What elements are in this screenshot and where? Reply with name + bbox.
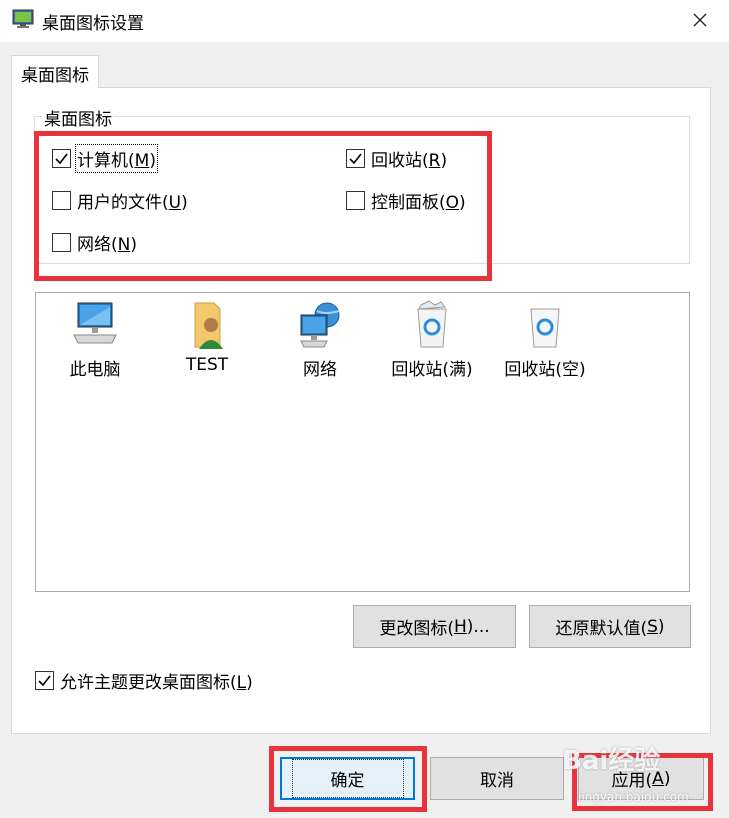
checkbox-box[interactable] <box>346 149 365 168</box>
checkbox-label: 网络(N) <box>77 235 137 255</box>
close-icon <box>693 13 707 27</box>
icon-item-recycle-full[interactable]: 回收站(满) <box>377 299 487 380</box>
computer-icon <box>73 302 117 344</box>
checkbox-box[interactable] <box>52 149 71 168</box>
checkmark-icon <box>55 153 68 165</box>
icon-label: 回收站(空) <box>504 360 586 380</box>
change-icon-button[interactable]: 更改图标(H)... <box>353 605 516 648</box>
checkbox-user-files[interactable]: 用户的文件(U) <box>52 188 188 213</box>
checkbox-label: 控制面板(O) <box>371 193 466 213</box>
apply-button[interactable]: 应用(A) <box>578 757 704 800</box>
checkbox-box[interactable] <box>346 191 365 210</box>
checkmark-icon <box>38 675 51 687</box>
checkbox-box[interactable] <box>52 233 71 252</box>
recycle-bin-empty-icon <box>530 308 560 348</box>
tab-desktop-icons[interactable]: 桌面图标 <box>11 55 99 88</box>
network-icon <box>300 302 340 348</box>
recycle-bin-full-icon <box>417 300 447 348</box>
icon-label: 回收站(满) <box>391 360 473 380</box>
icon-item-user-folder[interactable]: TEST <box>152 299 262 375</box>
restore-default-button[interactable]: 还原默认值(S) <box>529 605 691 648</box>
user-folder-icon <box>194 302 223 349</box>
icon-item-computer[interactable]: 此电脑 <box>40 299 150 380</box>
title-bar: 桌面图标设置 <box>0 0 729 42</box>
icon-item-recycle-empty[interactable]: 回收站(空) <box>490 299 600 380</box>
checkbox-label: 用户的文件(U) <box>77 193 188 213</box>
checkbox-label: 计算机(M) <box>75 144 158 173</box>
checkbox-box[interactable] <box>52 191 71 210</box>
checkbox-allow-themes[interactable]: 允许主题更改桌面图标(L) <box>35 668 253 693</box>
cancel-button-label: 取消 <box>480 771 514 791</box>
cancel-button[interactable]: 取消 <box>430 757 564 800</box>
checkbox-control-panel[interactable]: 控制面板(O) <box>346 188 466 213</box>
checkbox-label: 回收站(R) <box>371 151 448 171</box>
group-label: 桌面图标 <box>42 105 114 130</box>
icon-list[interactable]: 此电脑 TEST 网络 回收站(满) 回收站(空) <box>35 292 690 592</box>
ok-button-label: 确定 <box>291 759 404 798</box>
checkbox-network[interactable]: 网络(N) <box>52 230 137 255</box>
desktop-settings-icon <box>12 9 34 28</box>
icon-item-network[interactable]: 网络 <box>265 299 375 380</box>
ok-button[interactable]: 确定 <box>280 757 415 800</box>
checkbox-label: 允许主题更改桌面图标(L) <box>60 673 253 693</box>
checkbox-recycle-bin[interactable]: 回收站(R) <box>346 146 447 171</box>
window-title: 桌面图标设置 <box>42 14 144 34</box>
checkbox-computer[interactable]: 计算机(M) <box>52 144 158 173</box>
icon-label: 此电脑 <box>69 360 121 380</box>
icon-label: 网络 <box>303 360 337 380</box>
close-button[interactable] <box>680 2 720 38</box>
checkmark-icon <box>349 153 362 165</box>
checkbox-box[interactable] <box>35 671 54 690</box>
icon-label: TEST <box>185 355 229 375</box>
